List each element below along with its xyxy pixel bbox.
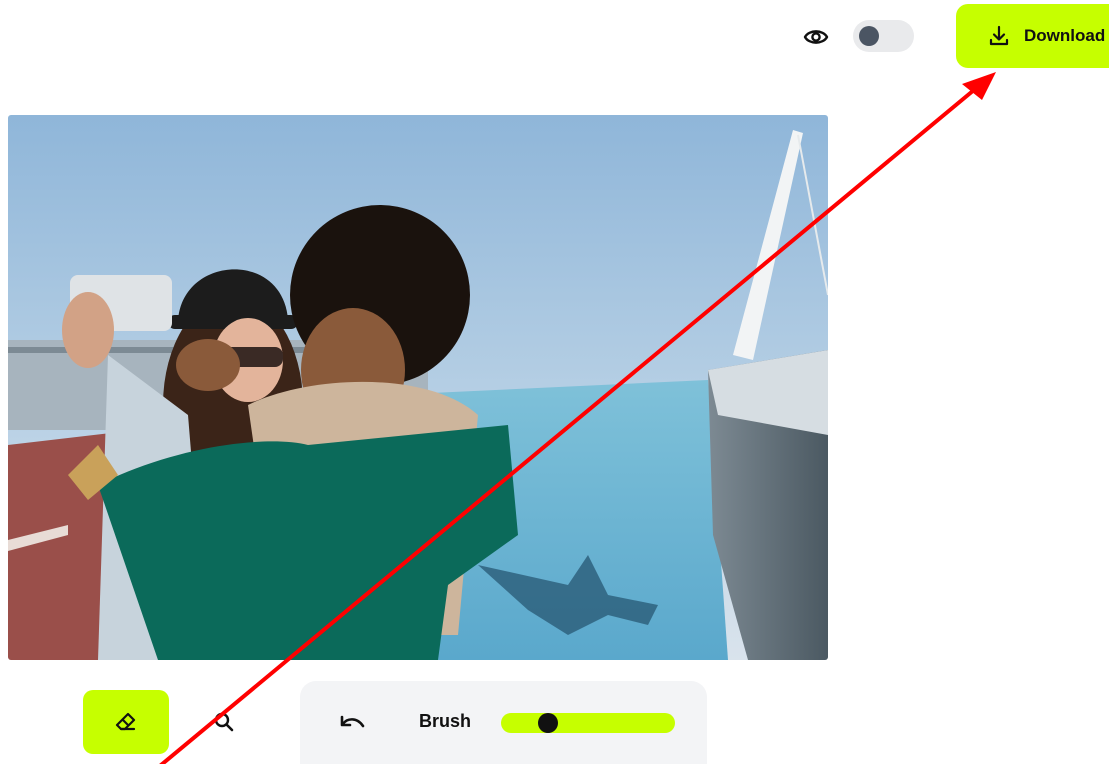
preview-toggle[interactable] (853, 20, 914, 52)
editor-page: Download Brush (0, 0, 1109, 764)
download-button[interactable]: Download (956, 4, 1109, 68)
zoom-tool-button[interactable] (198, 696, 250, 748)
eye-icon[interactable] (803, 24, 829, 50)
download-label: Download (1024, 26, 1106, 45)
eraser-icon (115, 712, 136, 731)
photo-image (8, 115, 828, 660)
download-icon (989, 25, 1009, 46)
toggle-knob (859, 26, 879, 46)
brush-panel: Brush (300, 681, 707, 764)
image-canvas[interactable] (8, 115, 828, 660)
eraser-tool-button[interactable] (83, 690, 169, 754)
undo-button[interactable] (332, 707, 372, 739)
search-icon (214, 712, 234, 732)
undo-icon (340, 715, 365, 728)
arrow-head (962, 72, 996, 100)
brush-label: Brush (419, 711, 472, 731)
brush-size-slider[interactable] (501, 713, 675, 733)
brush-size-handle[interactable] (537, 713, 558, 733)
